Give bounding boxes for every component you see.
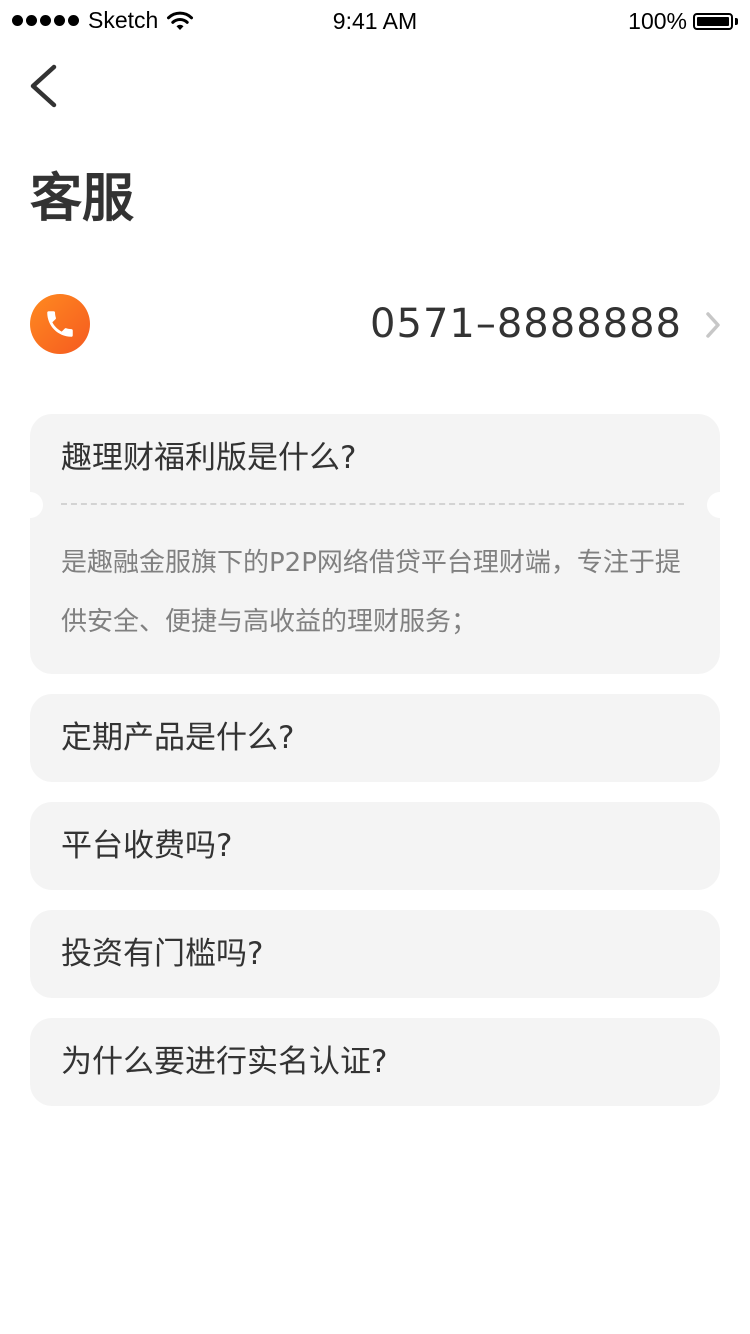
battery-icon (693, 13, 738, 30)
status-right: 100% (628, 8, 738, 35)
dashed-divider (61, 503, 684, 505)
faq-question: 投资有门槛吗? (61, 936, 264, 972)
phone-icon (30, 294, 90, 354)
page-title: 客服 (30, 169, 135, 229)
faq-question: 平台收费吗? (61, 828, 233, 864)
faq-item-expanded[interactable]: 趣理财福利版是什么? 是趣融金服旗下的P2P网络借贷平台理财端，专注于提供安全、… (17, 414, 733, 674)
ticket-notch-left (17, 492, 43, 518)
faq-answer: 是趣融金服旗下的P2P网络借贷平台理财端，专注于提供安全、便捷与高收益的理财服务… (61, 548, 681, 637)
battery-percentage: 100% (628, 8, 687, 34)
status-bar: Sketch 9:41 AM 100% (0, 0, 750, 44)
faq-question: 趣理财福利版是什么? (61, 440, 357, 476)
phone-number[interactable]: 0571–8888888 (370, 298, 682, 350)
chevron-left-icon (30, 64, 57, 108)
faq-question: 为什么要进行实名认证? (61, 1044, 388, 1080)
back-button[interactable] (24, 60, 68, 112)
faq-item[interactable]: 投资有门槛吗? (30, 910, 720, 998)
ticket-notch-right (707, 492, 733, 518)
faq-item[interactable]: 定期产品是什么? (30, 694, 720, 782)
chevron-right-icon (706, 312, 720, 338)
faq-question: 定期产品是什么? (61, 720, 295, 756)
faq-item[interactable]: 平台收费吗? (30, 802, 720, 890)
customer-service-phone-row[interactable]: 0571–8888888 (30, 294, 722, 356)
faq-item[interactable]: 为什么要进行实名认证? (30, 1018, 720, 1106)
